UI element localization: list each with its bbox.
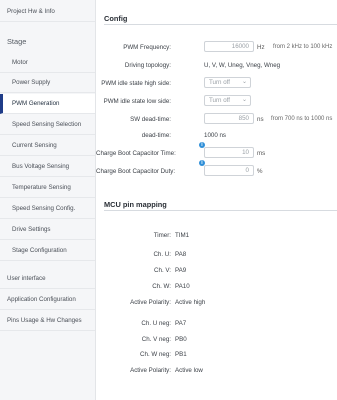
- mcu-ch-u-neg-label: Ch. U neg:: [141, 320, 171, 327]
- sidebar-item-speed-sensing-config[interactable]: Speed Sensing Config.: [0, 199, 95, 219]
- chevron-down-icon: ⌄: [241, 79, 247, 85]
- pwm-idle-high-select[interactable]: Turn off ⌄: [204, 77, 251, 88]
- main-panel: Config PWM Frequency: 16000 Hz from 2 kH…: [96, 0, 337, 400]
- charge-boot-time-label: Charge Boot Capacitor Time:: [96, 150, 176, 157]
- sidebar-item-motor[interactable]: Motor: [0, 53, 95, 73]
- sidebar-item-drive-settings[interactable]: Drive Settings: [0, 220, 95, 240]
- mcu-ch-v-value: PA9: [175, 267, 187, 274]
- mcu-ch-w-label: Ch. W:: [152, 283, 171, 290]
- sidebar-item-temperature-sensing[interactable]: Temperature Sensing: [0, 178, 95, 198]
- mcu-ch-w-neg-label: Ch. W neg:: [140, 351, 171, 358]
- sidebar-item-user-interface[interactable]: User interface: [0, 269, 95, 289]
- pwm-idle-low-label: PWM idle state low side:: [103, 98, 171, 105]
- config-section-title: Config: [104, 14, 128, 23]
- sidebar-section-stage: Stage: [7, 37, 27, 46]
- driving-topology-label: Driving topology:: [124, 62, 171, 69]
- pwm-idle-high-value: Turn off: [209, 79, 230, 86]
- mcu-ch-v-label: Ch. V:: [154, 267, 171, 274]
- sidebar-item-bus-voltage-sensing[interactable]: Bus Voltage Sensing: [0, 157, 95, 177]
- sw-dead-time-range: from 700 ns to 1000 ns: [271, 116, 333, 122]
- mcu-ch-u-neg-value: PA7: [175, 320, 187, 327]
- pwm-idle-high-label: PWM idle state high side:: [101, 80, 171, 87]
- mcu-active-polarity-high-label: Active Polarity:: [130, 299, 171, 306]
- config-divider: [104, 24, 337, 25]
- dead-time-value: 1000 ns: [204, 132, 227, 139]
- driving-topology-value: U, V, W, Uneg, Vneg, Wneg: [204, 62, 281, 69]
- charge-boot-time-unit: ms: [257, 150, 266, 157]
- mcu-active-polarity-high-value: Active high: [175, 299, 206, 306]
- mcu-active-polarity-low-value: Active low: [175, 367, 203, 374]
- mcu-divider: [104, 210, 337, 211]
- sidebar-item-current-sensing[interactable]: Current Sensing: [0, 136, 95, 156]
- sidebar: Project Hw & Info Stage Motor Power Supp…: [0, 0, 96, 400]
- mcu-timer-value: TIM1: [175, 232, 190, 239]
- sw-dead-time-unit: ns: [257, 116, 264, 123]
- sw-dead-time-label: SW dead-time:: [130, 116, 171, 123]
- mcu-ch-w-neg-value: PB1: [175, 351, 187, 358]
- pwm-idle-low-select[interactable]: Turn off ⌄: [204, 95, 251, 106]
- sidebar-item-project-hw-info[interactable]: Project Hw & Info: [0, 2, 95, 22]
- mcu-active-polarity-low-label: Active Polarity:: [130, 367, 171, 374]
- pwm-frequency-input[interactable]: 16000: [204, 41, 254, 52]
- sidebar-item-power-supply[interactable]: Power Supply: [0, 73, 95, 93]
- chevron-down-icon: ⌄: [241, 97, 247, 103]
- pwm-frequency-range: from 2 kHz to 100 kHz: [273, 44, 333, 50]
- mcu-ch-w-value: PA10: [175, 283, 190, 290]
- sidebar-item-speed-sensing-selection[interactable]: Speed Sensing Selection: [0, 115, 95, 135]
- mcu-ch-v-neg-value: PB0: [175, 336, 187, 343]
- pwm-frequency-unit: Hz: [257, 44, 265, 51]
- charge-boot-time-input[interactable]: 10: [204, 147, 254, 158]
- mcu-ch-u-value: PA8: [175, 251, 187, 258]
- pwm-frequency-label: PWM Frequency:: [123, 44, 171, 51]
- sidebar-item-pins-usage[interactable]: Pins Usage & Hw Changes: [0, 311, 95, 331]
- dead-time-label: dead-time:: [141, 132, 171, 139]
- charge-boot-duty-unit: %: [257, 168, 263, 175]
- mcu-ch-u-label: Ch. U:: [153, 251, 171, 258]
- charge-boot-duty-input[interactable]: 0: [204, 165, 254, 176]
- mcu-section-title: MCU pin mapping: [104, 200, 167, 209]
- sidebar-item-application-configuration[interactable]: Application Configuration: [0, 290, 95, 310]
- sidebar-item-stage-configuration[interactable]: Stage Configuration: [0, 241, 95, 261]
- mcu-ch-v-neg-label: Ch. V neg:: [141, 336, 171, 343]
- pwm-idle-low-value: Turn off: [209, 97, 230, 104]
- mcu-timer-label: Timer:: [153, 232, 171, 239]
- charge-boot-duty-label: Charge Boot Capacitor Duty:: [96, 168, 176, 175]
- sw-dead-time-input[interactable]: 850: [204, 113, 254, 124]
- sidebar-item-pwm-generation[interactable]: PWM Generation: [0, 94, 95, 114]
